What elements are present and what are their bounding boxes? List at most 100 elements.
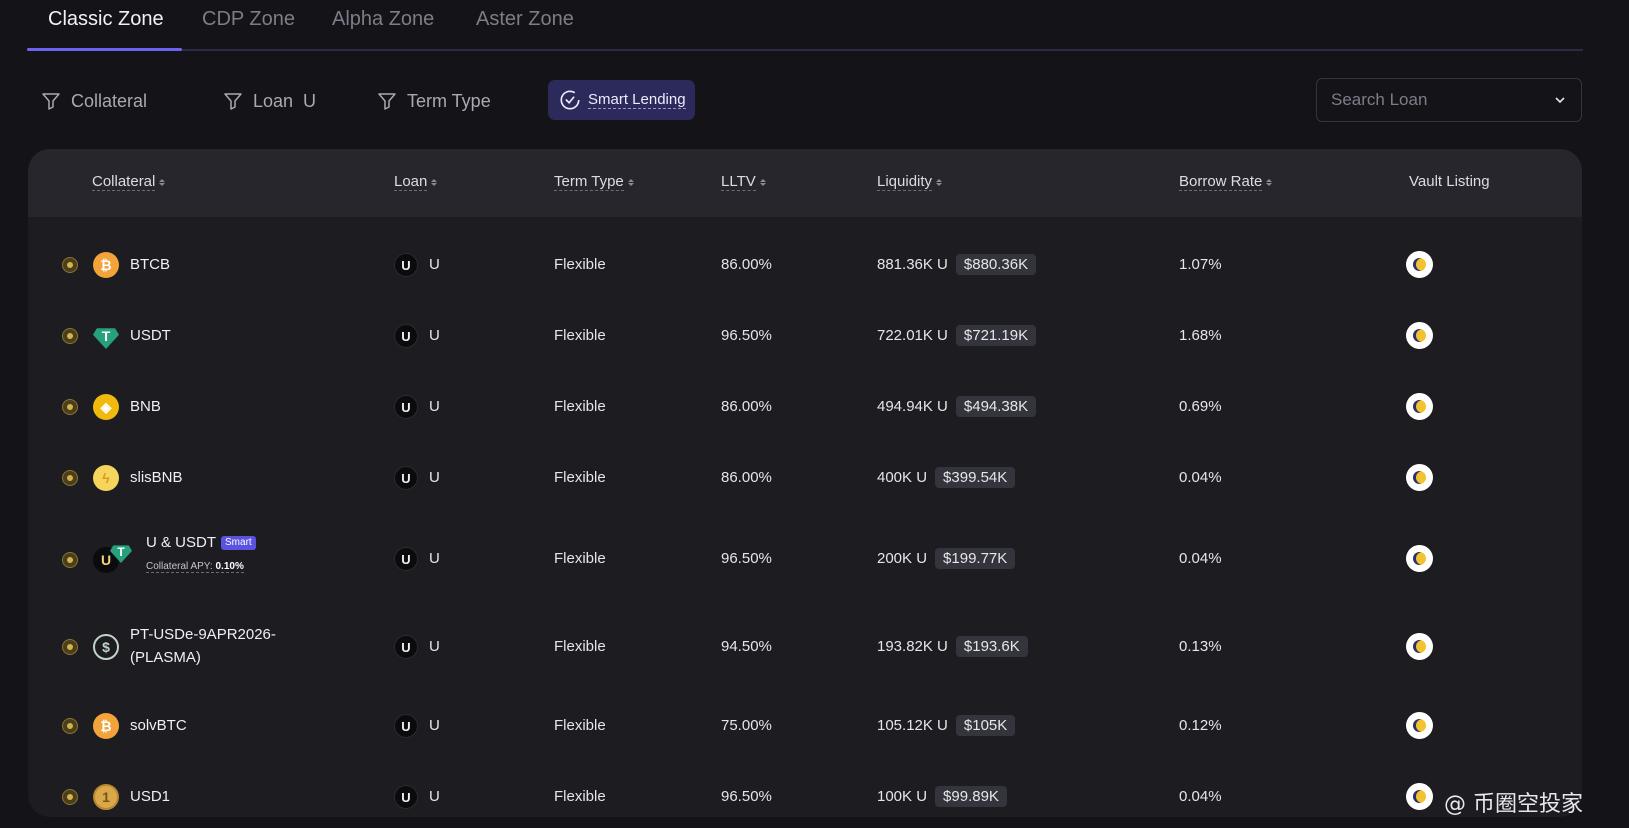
term-type: Flexible [554, 717, 606, 734]
table-row[interactable]: ϟ slisBNB U U Flexible 86.00% 400K U $399… [28, 448, 1582, 508]
u-icon: U [394, 395, 418, 419]
search-loan-dropdown[interactable] [1316, 78, 1582, 122]
loan-name: U [429, 256, 440, 273]
search-loan-input[interactable] [1331, 90, 1531, 110]
loan-name: U [429, 327, 440, 344]
collateral-filter[interactable]: Collateral [41, 88, 147, 114]
sort-liquidity[interactable]: Liquidity [877, 173, 943, 191]
table-row[interactable]: T USDT U U Flexible 96.50% 722.01K U $721… [28, 306, 1582, 366]
term-type: Flexible [554, 256, 606, 273]
liquidity-usd-badge: $99.89K [935, 786, 1007, 807]
liquidity-amount: 193.82K U [877, 638, 948, 655]
tab-cdp-zone[interactable]: CDP Zone [202, 8, 295, 31]
lltv-value: 75.00% [721, 717, 772, 734]
term-type-filter[interactable]: Term Type [377, 88, 491, 114]
table-row[interactable]: ₿ solvBTC U U Flexible 75.00% 105.12K U $… [28, 696, 1582, 756]
liquidity-usd-badge: $105K [955, 715, 1016, 736]
loan-name: U [429, 788, 440, 805]
liquidity-usd-badge: $494.38K [955, 396, 1037, 417]
vault-listing-icon[interactable] [1406, 393, 1433, 420]
u-icon: U [394, 714, 418, 738]
column-vault-listing: Vault Listing [1409, 173, 1490, 190]
borrow-rate: 0.04% [1179, 469, 1222, 486]
sort-icon [936, 178, 943, 186]
favorite-icon[interactable] [62, 328, 78, 344]
liquidity-cell: 494.94K U $494.38K [877, 396, 1037, 417]
table-row[interactable]: U T U & USDT Smart Collateral APY: 0.10% … [28, 519, 1582, 599]
vault-listing-icon[interactable] [1406, 464, 1433, 491]
collateral-name-cell: U & USDT Smart [146, 534, 256, 551]
collateral-name: BNB [130, 398, 161, 415]
solvbtc-icon: ₿ [93, 713, 119, 739]
favorite-icon[interactable] [62, 470, 78, 486]
table-row[interactable]: $ PT-USDe-9APR2026- (PLASMA) U U Flexibl… [28, 607, 1582, 687]
favorite-icon[interactable] [62, 257, 78, 273]
loan-name: U [429, 717, 440, 734]
smart-badge: Smart [221, 536, 256, 550]
column-vault-listing-header: Vault Listing [1409, 173, 1490, 190]
sort-lltv[interactable]: LLTV [721, 173, 766, 191]
loan-filter[interactable]: Loan U [223, 88, 316, 114]
lltv-value: 86.00% [721, 256, 772, 273]
sort-term-type[interactable]: Term Type [554, 173, 634, 191]
lltv-value: 86.00% [721, 398, 772, 415]
collateral-apy-text: Collateral APY: 0.10% [146, 561, 244, 573]
usd1-icon: 1 [93, 784, 119, 810]
loan-filter-label: Loan [253, 90, 294, 111]
vault-listing-icon[interactable] [1406, 633, 1433, 660]
column-lltv: LLTV [721, 173, 756, 191]
favorite-icon[interactable] [62, 789, 78, 805]
tab-classic-zone[interactable]: Classic Zone [48, 8, 164, 31]
smart-lending-label: Smart Lending [588, 91, 686, 109]
table-header: Collateral Loan Term Type LLTV Liquidity… [28, 149, 1582, 217]
liquidity-usd-badge: $199.77K [935, 548, 1016, 569]
collateral-name: solvBTC [130, 717, 187, 734]
vault-listing-icon[interactable] [1406, 783, 1433, 810]
term-type: Flexible [554, 327, 606, 344]
active-tab-indicator [27, 48, 182, 51]
vault-listing-icon[interactable] [1406, 712, 1433, 739]
loan-name: U [429, 469, 440, 486]
liquidity-cell: 200K U $199.77K [877, 548, 1016, 569]
collateral-filter-label: Collateral [71, 90, 148, 111]
vault-listing-icon[interactable] [1406, 322, 1433, 349]
smart-lending-toggle[interactable]: Smart Lending [548, 80, 695, 120]
liquidity-cell: 100K U $99.89K [877, 786, 1007, 807]
favorite-icon[interactable] [62, 399, 78, 415]
lltv-value: 96.50% [721, 788, 772, 805]
table-row[interactable]: 1 USD1 U U Flexible 96.50% 100K U $99.89K… [28, 767, 1582, 817]
btc-icon: ₿ [93, 252, 119, 278]
table-row[interactable]: ◈ BNB U U Flexible 86.00% 494.94K U $494.… [28, 377, 1582, 437]
liquidity-cell: 193.82K U $193.6K [877, 636, 1028, 657]
sort-icon [431, 178, 438, 186]
sort-icon [1266, 178, 1273, 186]
collateral-name: BTCB [130, 256, 171, 273]
chevron-down-icon[interactable] [1553, 93, 1567, 107]
sort-collateral[interactable]: Collateral [92, 173, 166, 191]
favorite-icon[interactable] [62, 552, 78, 568]
u-icon: U [394, 785, 418, 809]
lltv-value: 96.50% [721, 550, 772, 567]
liquidity-amount: 722.01K U [877, 327, 948, 344]
usde-icon: $ [93, 634, 119, 660]
favorite-icon[interactable] [62, 718, 78, 734]
sort-icon [159, 178, 166, 186]
vault-listing-icon[interactable] [1406, 545, 1433, 572]
column-liquidity: Liquidity [877, 173, 933, 191]
favorite-icon[interactable] [62, 639, 78, 655]
tab-aster-zone[interactable]: Aster Zone [476, 8, 574, 31]
liquidity-amount: 105.12K U [877, 717, 948, 734]
column-loan: Loan [394, 173, 428, 191]
vault-listing-icon[interactable] [1406, 251, 1433, 278]
smart-lending-icon [560, 90, 580, 110]
filter-icon [378, 93, 396, 110]
liquidity-usd-badge: $721.19K [955, 325, 1037, 346]
term-type: Flexible [554, 469, 606, 486]
table-row[interactable]: ₿ BTCB U U Flexible 86.00% 881.36K U $880… [28, 235, 1582, 295]
sort-loan[interactable]: Loan [394, 173, 438, 191]
sort-borrow-rate[interactable]: Borrow Rate [1179, 173, 1273, 191]
column-term-type: Term Type [554, 173, 624, 191]
tab-alpha-zone[interactable]: Alpha Zone [332, 8, 434, 31]
collateral-name-line2: (PLASMA) [130, 649, 201, 666]
collateral-name-line1: PT-USDe-9APR2026- [130, 626, 276, 643]
